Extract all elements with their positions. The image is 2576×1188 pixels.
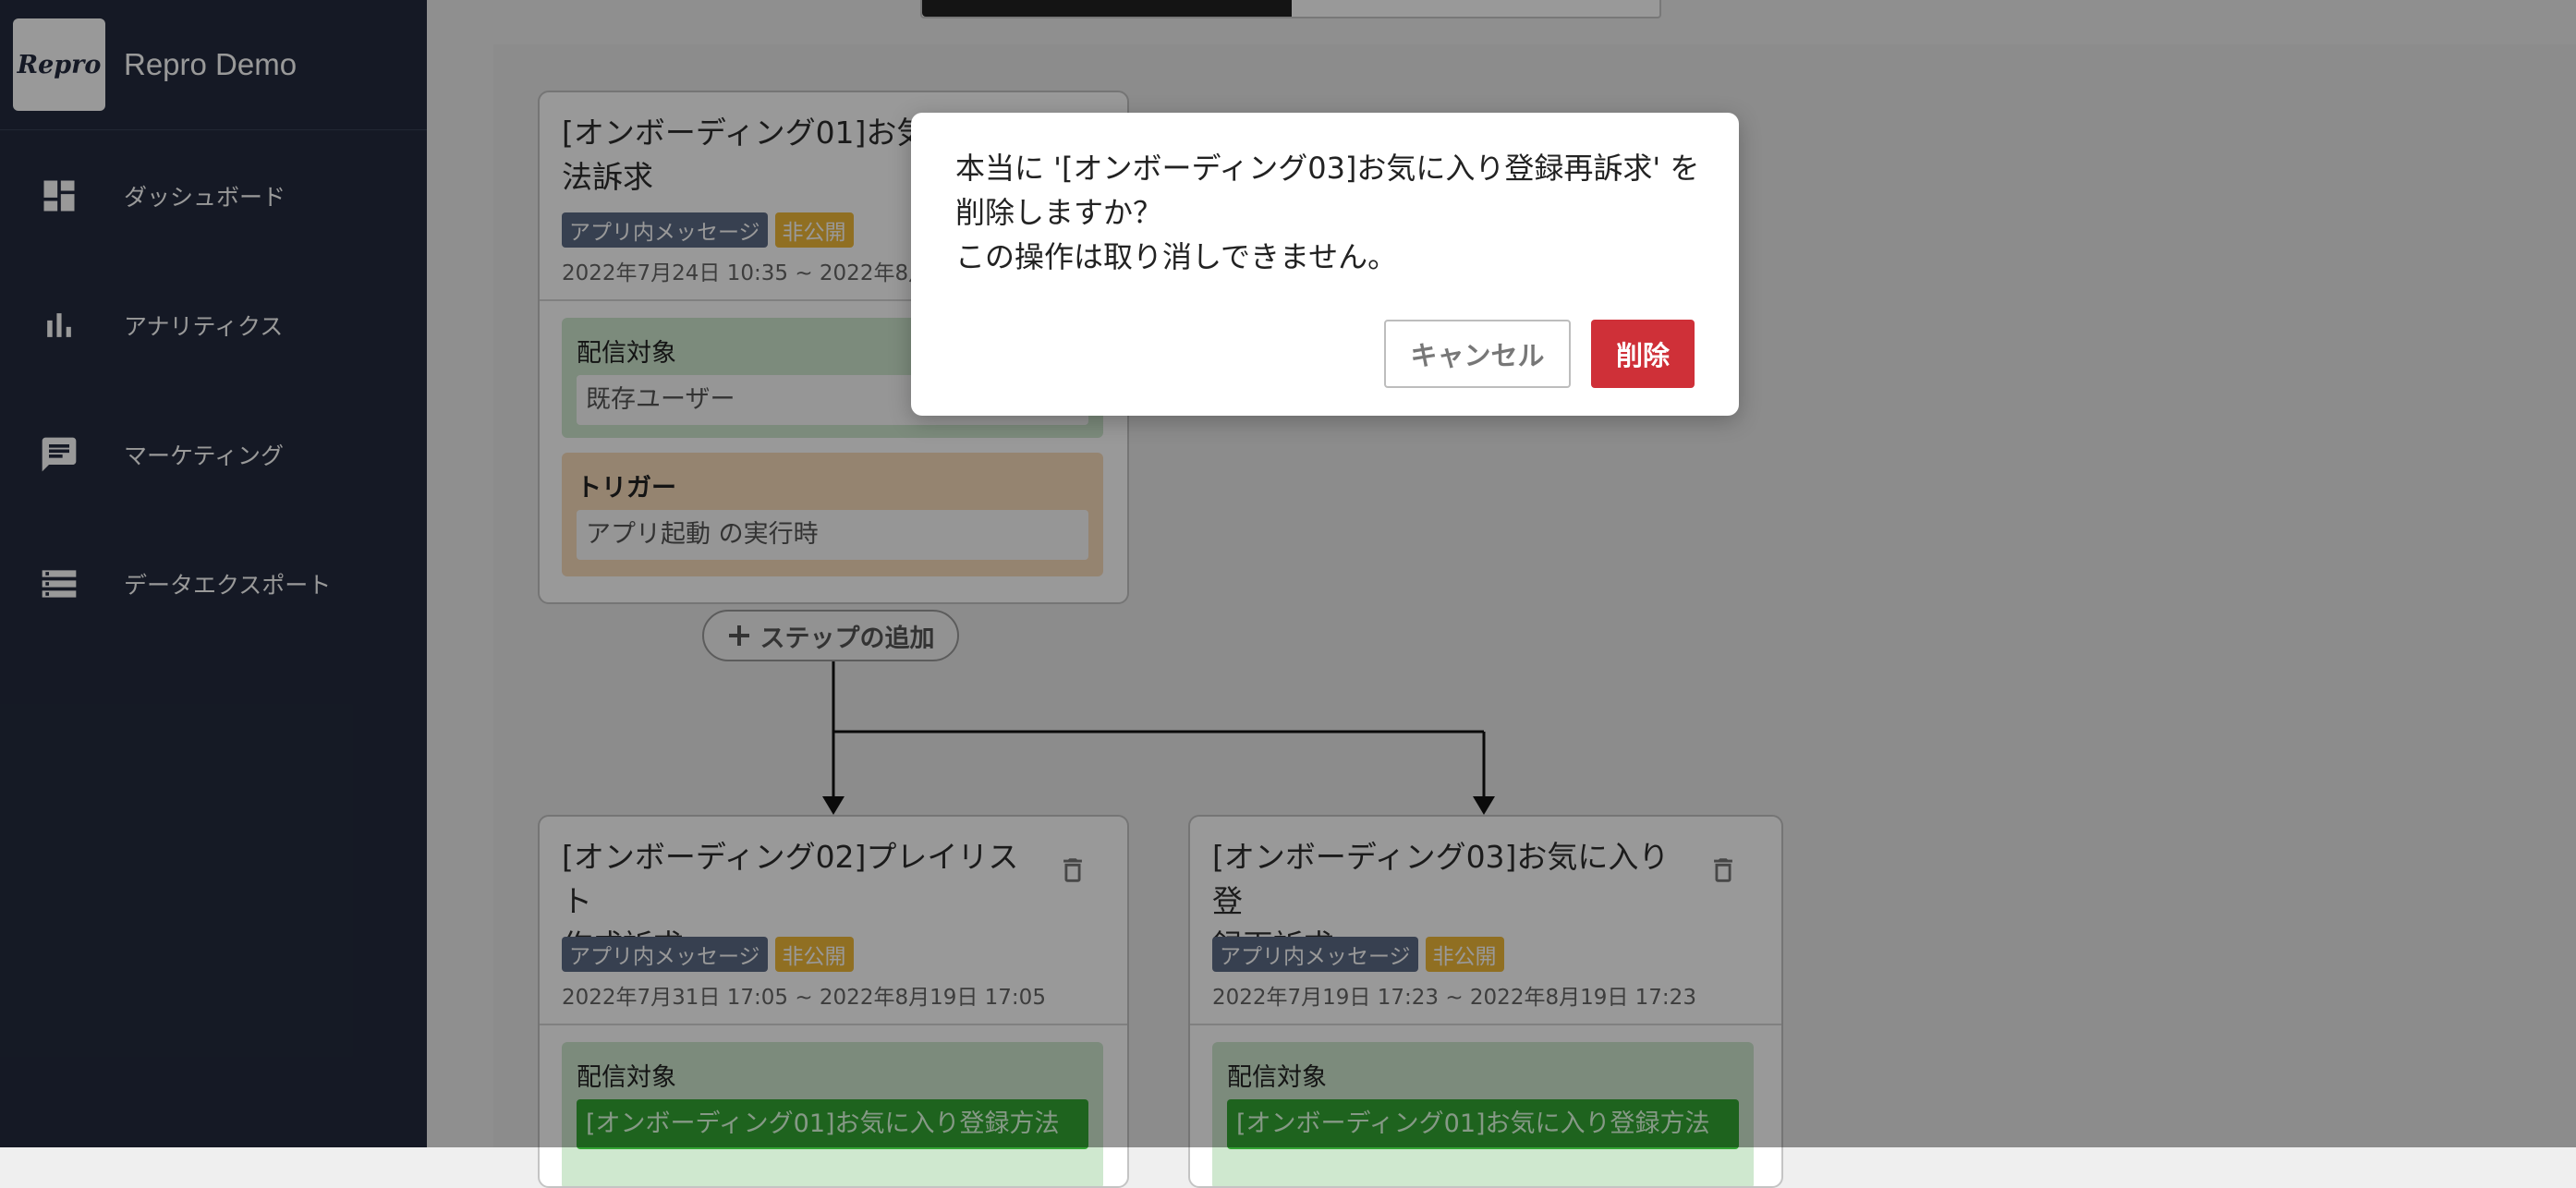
delete-button[interactable]: 削除 [1591,320,1695,388]
cancel-button[interactable]: キャンセル [1384,320,1571,388]
dialog-message: 本当に '[オンボーディング03]お気に入り登録再訴求' を 削除しますか？ こ… [955,151,1700,274]
delete-confirm-dialog: 本当に '[オンボーディング03]お気に入り登録再訴求' を 削除しますか？ こ… [911,113,1739,416]
